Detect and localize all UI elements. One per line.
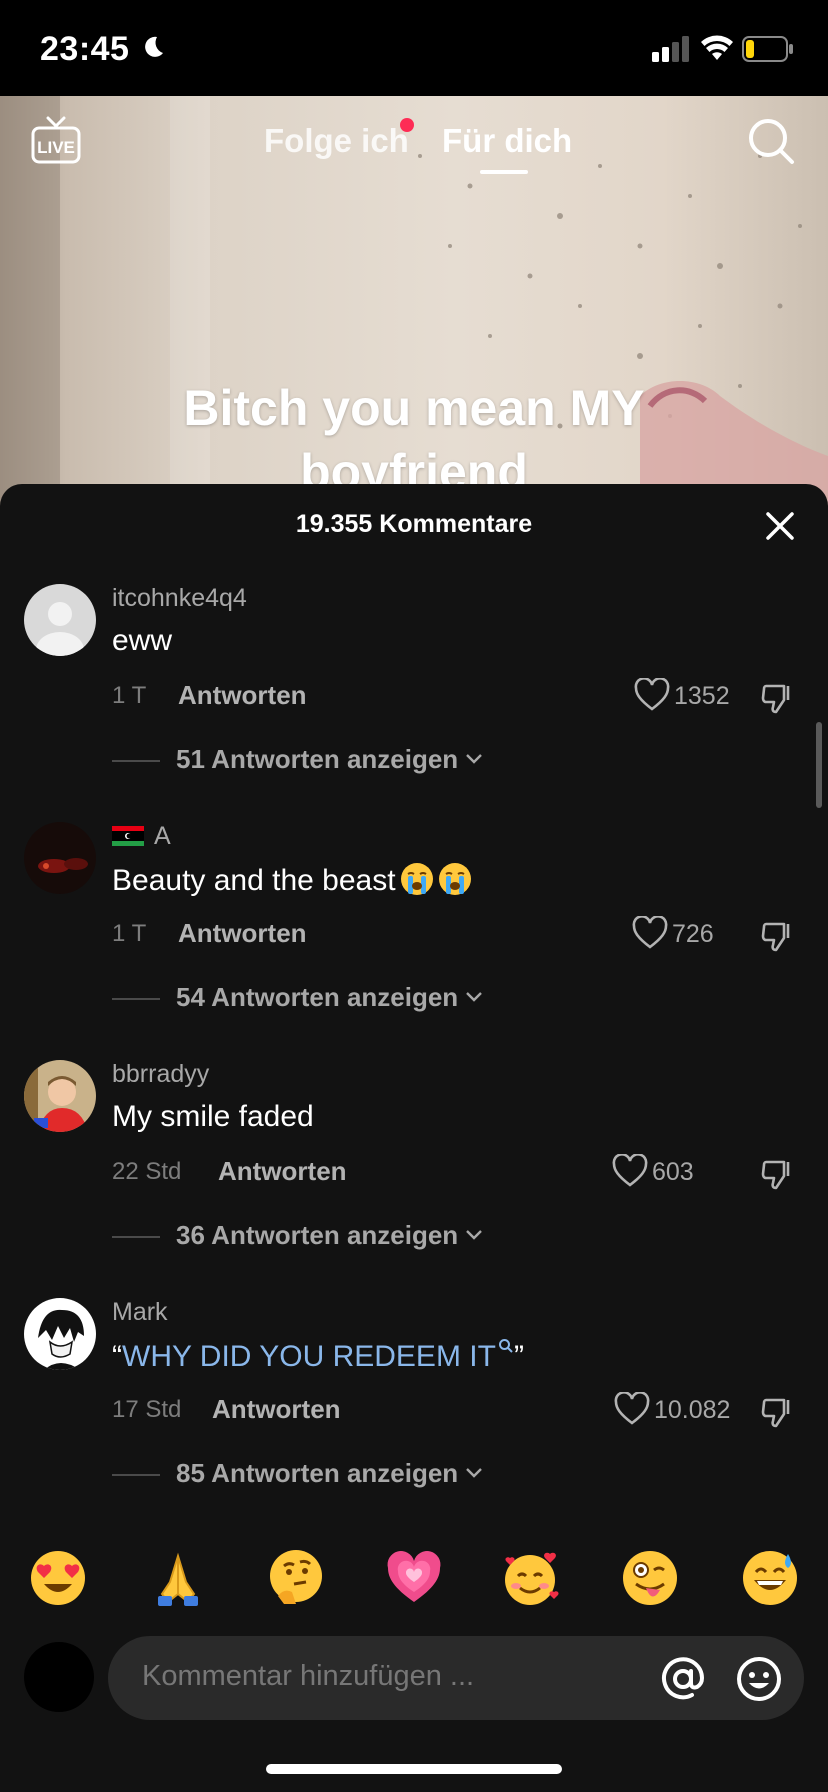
replies-divider <box>112 1474 160 1476</box>
replies-divider <box>112 760 160 762</box>
smiling-face-with-hearts-icon[interactable] <box>502 1548 562 1608</box>
replies-divider <box>112 998 160 1000</box>
search-icon <box>498 1339 513 1353</box>
wifi-icon <box>701 35 733 60</box>
comment-time: 1 T <box>112 920 147 947</box>
caption-line-1: Bitch you mean MY <box>183 380 645 436</box>
emoji-quick-bar <box>0 1548 828 1620</box>
comment-text-body: Beauty and the beast <box>112 864 396 897</box>
moon-icon <box>145 36 163 57</box>
replies-divider <box>112 1236 160 1238</box>
folded-hands-icon[interactable] <box>148 1548 208 1608</box>
comment-username[interactable]: A <box>112 822 171 851</box>
avatar[interactable] <box>24 1060 96 1132</box>
avatar[interactable] <box>24 822 96 894</box>
comment-username[interactable]: Mark <box>112 1298 168 1327</box>
dislike-icon[interactable] <box>760 680 796 716</box>
view-replies-label: 36 Antworten anzeigen <box>176 1220 459 1250</box>
status-time: 23:45 <box>40 30 130 68</box>
tab-foryou[interactable]: Für dich <box>442 122 572 160</box>
like-count: 726 <box>672 920 714 948</box>
comment-username[interactable]: itcohnke4q4 <box>112 584 247 613</box>
mention-icon[interactable] <box>660 1656 706 1702</box>
emoji-picker-icon[interactable] <box>736 1656 782 1702</box>
growing-heart-icon[interactable] <box>384 1548 444 1608</box>
signal-icon <box>652 36 689 62</box>
status-bar: 23:45 <box>0 0 828 96</box>
libya-flag-icon <box>112 826 144 846</box>
comment-input[interactable]: Kommentar hinzufügen ... <box>108 1636 804 1720</box>
view-replies-button[interactable]: 54 Antworten anzeigen <box>176 982 484 1013</box>
comment-item: bbrradyy My smile faded 22 Std Antworten… <box>0 1040 828 1278</box>
close-icon[interactable] <box>762 508 798 544</box>
comment-username[interactable]: bbrradyy <box>112 1060 209 1089</box>
view-replies-button[interactable]: 51 Antworten anzeigen <box>176 744 484 775</box>
comment-item: itcohnke4q4 eww 1 T Antworten 1352 51 An… <box>0 564 828 802</box>
battery-icon <box>742 36 793 62</box>
view-replies-label: 54 Antworten anzeigen <box>176 982 459 1012</box>
dislike-icon[interactable] <box>760 1394 796 1430</box>
quote-close: ” <box>513 1340 524 1373</box>
view-replies-label: 51 Antworten anzeigen <box>176 744 459 774</box>
thinking-face-icon[interactable] <box>266 1548 326 1608</box>
loudly-crying-face-icon <box>400 863 433 895</box>
comment-item: Mark “WHY DID YOU REDEEM IT ” 17 Std Antw… <box>0 1278 828 1516</box>
grinning-face-with-sweat-icon[interactable] <box>740 1548 800 1608</box>
comments-count-title: 19.355 Kommentare <box>295 510 533 538</box>
reply-button[interactable]: Antworten <box>178 680 307 711</box>
active-tab-indicator <box>480 170 528 174</box>
heart-icon[interactable] <box>614 1392 650 1426</box>
comment-time: 1 T <box>112 682 147 709</box>
view-replies-button[interactable]: 85 Antworten anzeigen <box>176 1458 484 1489</box>
like-count: 1352 <box>674 682 730 710</box>
my-avatar[interactable] <box>24 1642 94 1712</box>
comment-time: 17 Std <box>112 1396 182 1423</box>
chevron-down-icon <box>466 754 483 764</box>
comment-time: 22 Std <box>112 1158 182 1185</box>
chevron-down-icon <box>466 1230 483 1240</box>
notification-dot <box>400 118 414 132</box>
heart-icon[interactable] <box>632 916 668 950</box>
comments-sheet: 19.355 Kommentare itcohnke4q4 eww 1 T An… <box>0 484 828 1792</box>
search-icon[interactable] <box>746 116 796 166</box>
search-term-link[interactable]: WHY DID YOU REDEEM IT <box>122 1340 496 1373</box>
dislike-icon[interactable] <box>760 918 796 954</box>
dislike-icon[interactable] <box>760 1156 796 1192</box>
reply-button[interactable]: Antworten <box>218 1156 347 1187</box>
loudly-crying-face-icon <box>438 863 471 895</box>
view-replies-button[interactable]: 36 Antworten anzeigen <box>176 1220 484 1251</box>
avatar[interactable] <box>24 1298 96 1370</box>
chevron-down-icon <box>466 1468 483 1478</box>
reply-button[interactable]: Antworten <box>178 918 307 949</box>
reply-button[interactable]: Antworten <box>212 1394 341 1425</box>
chevron-down-icon <box>466 992 483 1002</box>
view-replies-label: 85 Antworten anzeigen <box>176 1458 459 1488</box>
comment-item: A Beauty and the beast 1 T Antworten 726… <box>0 802 828 1040</box>
top-tabs: Folge ich Für dich <box>0 118 828 178</box>
home-indicator[interactable] <box>266 1764 562 1774</box>
quote-open: “ <box>112 1340 122 1373</box>
winking-face-with-tongue-icon[interactable] <box>620 1548 680 1608</box>
comment-text: My smile faded <box>112 1100 314 1133</box>
username-text: A <box>154 822 171 850</box>
tab-following[interactable]: Folge ich <box>264 122 409 160</box>
like-count: 10.082 <box>654 1396 731 1424</box>
like-count: 603 <box>652 1158 694 1186</box>
comment-text: eww <box>112 624 173 657</box>
avatar[interactable] <box>24 584 96 656</box>
heart-icon[interactable] <box>634 678 670 712</box>
comment-input-placeholder: Kommentar hinzufügen ... <box>142 1660 475 1692</box>
heart-eyes-icon[interactable] <box>28 1548 88 1608</box>
comment-text: Beauty and the beast <box>112 862 472 898</box>
comment-text: “WHY DID YOU REDEEM IT ” <box>112 1338 524 1374</box>
heart-icon[interactable] <box>612 1154 648 1188</box>
